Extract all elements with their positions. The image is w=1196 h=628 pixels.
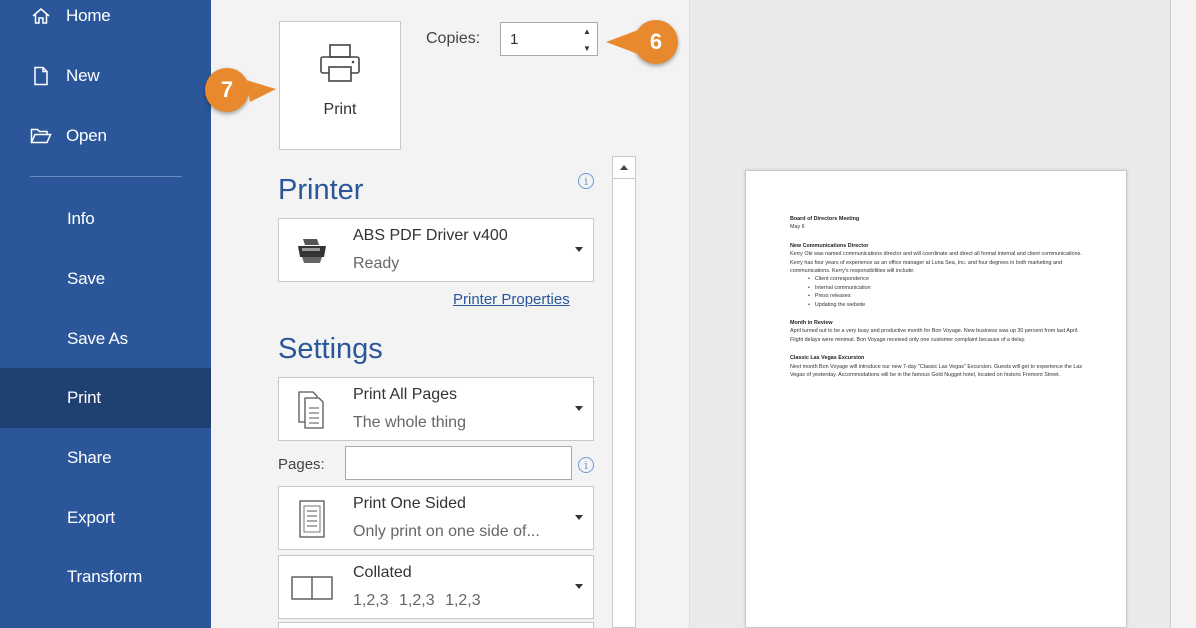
sidebar-item-export[interactable]: Export — [0, 488, 211, 548]
printer-dropdown[interactable]: ABS PDF Driver v400 Ready — [278, 218, 594, 282]
settings-scrollbar[interactable] — [612, 156, 636, 628]
print-settings-panel: Print Copies: ▲ ▼ Printer i ABS PDF Driv… — [211, 0, 689, 628]
callout-6-arrow-icon — [606, 30, 638, 54]
pages-info-icon[interactable]: i — [578, 457, 594, 473]
preview-bullet: Press releases — [808, 292, 1086, 300]
preview-paragraph: Next month Bon Voyage will introduce our… — [790, 363, 1083, 379]
preview-section-title: New Communications Director — [790, 242, 869, 249]
printer-section-title: Printer — [278, 174, 364, 206]
preview-bullet: Updating the website — [808, 301, 1086, 309]
preview-scrollbar[interactable] — [1170, 0, 1196, 628]
sides-title: Print One Sided — [353, 495, 466, 512]
copies-input[interactable] — [501, 23, 571, 55]
printer-properties-link[interactable]: Printer Properties — [453, 291, 570, 308]
increment-arrow-icon[interactable]: ▲ — [583, 27, 591, 36]
sidebar-item-transform[interactable]: Transform — [0, 547, 211, 607]
sidebar-item-label: Export — [67, 508, 115, 527]
sidebar-item-label: Transform — [67, 567, 143, 586]
sides-subtitle: Only print on one side of... — [353, 523, 540, 540]
collation-title: Collated — [353, 564, 412, 581]
printer-info-icon[interactable]: i — [578, 173, 594, 189]
backstage-sidebar: Home New Open Info Save Save As Print Sh… — [0, 0, 211, 628]
sidebar-item-save[interactable]: Save — [0, 249, 211, 309]
pages-stack-icon — [287, 386, 337, 434]
collation-subtitle: 1,2,3 1,2,3 1,2,3 — [353, 592, 481, 609]
preview-paragraph: Kerry Oki was named communications direc… — [790, 251, 1082, 275]
settings-section-title: Settings — [278, 333, 383, 365]
printer-name: ABS PDF Driver v400 — [353, 227, 508, 244]
preview-paragraph: April turned out to be a very busy and p… — [790, 328, 1079, 343]
preview-bullet: Internal communication — [808, 284, 1086, 292]
callout-badge-7: 7 — [205, 68, 249, 112]
sidebar-item-label: Save As — [67, 329, 128, 348]
sidebar-item-info[interactable]: Info — [0, 189, 211, 249]
sidebar-item-share[interactable]: Share — [0, 428, 211, 488]
chevron-down-icon — [575, 247, 583, 252]
sides-dropdown[interactable]: Print One Sided Only print on one side o… — [278, 486, 594, 550]
sidebar-item-label: Print — [67, 388, 101, 407]
preview-heading: Board of Directors Meeting — [790, 216, 860, 222]
callout-7-arrow-icon — [246, 80, 276, 102]
printer-device-icon — [287, 227, 337, 275]
pages-label: Pages: — [278, 456, 325, 473]
pages-input[interactable] — [346, 447, 571, 479]
sidebar-item-new[interactable]: New — [0, 46, 211, 106]
chevron-down-icon — [575, 406, 583, 411]
sidebar-item-label: Info — [67, 209, 95, 228]
callout-badge-6: 6 — [634, 20, 678, 64]
print-range-title: Print All Pages — [353, 386, 458, 403]
sidebar-divider — [30, 176, 182, 177]
print-button-label: Print — [323, 101, 357, 118]
collated-icon — [287, 564, 337, 612]
printer-status: Ready — [353, 255, 400, 272]
sidebar-item-label: Home — [66, 6, 111, 25]
copies-stepper[interactable]: ▲ ▼ — [500, 22, 598, 56]
scroll-up-icon[interactable] — [613, 157, 635, 179]
new-document-icon — [30, 65, 52, 87]
preview-bullet: Client correspondence — [808, 275, 1086, 283]
printer-icon — [317, 42, 363, 91]
copies-spinner[interactable]: ▲ ▼ — [581, 27, 593, 53]
chevron-down-icon — [575, 584, 583, 589]
sidebar-item-label: Open — [66, 126, 107, 145]
home-icon — [30, 5, 52, 27]
sidebar-item-label: Share — [67, 448, 112, 467]
decrement-arrow-icon[interactable]: ▼ — [583, 44, 591, 53]
print-button[interactable]: Print — [279, 21, 401, 150]
print-range-subtitle: The whole thing — [353, 414, 466, 431]
sidebar-item-print[interactable]: Print — [0, 368, 211, 428]
preview-section-title: Month in Review — [790, 320, 833, 327]
print-range-dropdown[interactable]: Print All Pages The whole thing — [278, 377, 594, 441]
folder-open-icon — [30, 125, 52, 147]
preview-page: Board of Directors Meeting May 6 New Com… — [745, 170, 1127, 628]
sidebar-item-open[interactable]: Open — [0, 106, 211, 166]
next-setting-dropdown[interactable] — [278, 622, 594, 628]
preview-section-title: Classic Las Vegas Excursion — [790, 355, 865, 362]
preview-bullet-list: Client correspondence Internal communica… — [790, 275, 1086, 309]
pages-field[interactable] — [345, 446, 572, 480]
sidebar-item-label: Save — [67, 269, 105, 288]
sidebar-item-home[interactable]: Home — [0, 0, 211, 46]
chevron-down-icon — [575, 515, 583, 520]
copies-label: Copies: — [426, 30, 481, 47]
sidebar-item-save-as[interactable]: Save As — [0, 309, 211, 369]
one-sided-page-icon — [287, 495, 337, 543]
collation-dropdown[interactable]: Collated 1,2,3 1,2,3 1,2,3 — [278, 555, 594, 619]
sidebar-item-label: New — [66, 66, 100, 85]
preview-date: May 6 — [790, 224, 805, 231]
